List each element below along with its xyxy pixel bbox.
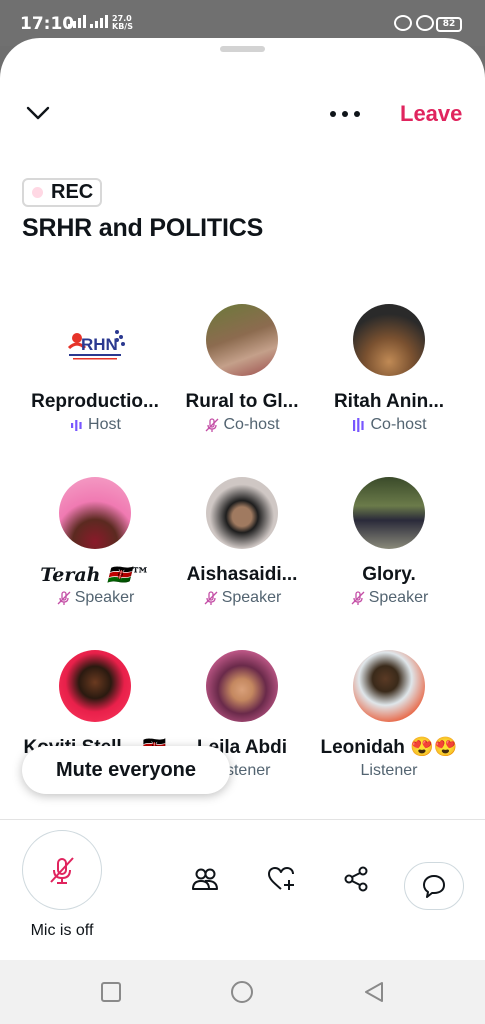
chevron-down-icon[interactable]	[24, 102, 52, 126]
avatar	[206, 650, 278, 722]
participant-name: Reproductio...	[31, 391, 159, 412]
participant-name: Aishasaidi...	[186, 564, 298, 585]
people-icon[interactable]	[190, 864, 220, 894]
leave-button[interactable]: Leave	[400, 101, 462, 127]
mic-off-icon	[204, 591, 218, 605]
avatar	[353, 304, 425, 376]
participant-role: Co-host	[167, 415, 317, 435]
status-time: 17:10	[20, 14, 75, 34]
signal-icon	[68, 15, 86, 28]
more-icon[interactable]	[328, 108, 362, 120]
avatar	[353, 477, 425, 549]
home-icon[interactable]	[230, 980, 254, 1004]
lock-icon	[416, 15, 434, 31]
rec-badge: REC	[22, 178, 102, 207]
participant-tile[interactable]: Leonidah 😍😍 Listener	[314, 650, 464, 781]
rhn-logo-icon: RHN	[67, 330, 125, 360]
mic-off-icon	[206, 418, 219, 432]
participant-tile[interactable]: Koviti Stell... 🇰🇪	[20, 650, 170, 760]
comment-icon	[423, 875, 445, 898]
participant-name: Terah 🇰🇪™	[40, 564, 150, 586]
participant-name: Ritah Anin...	[333, 391, 445, 412]
network-speed-unit: KB/S	[112, 22, 133, 31]
space-sheet: Leave REC SRHR and POLITICS RHN Reproduc…	[0, 38, 485, 960]
participant-role-label: Speaker	[368, 589, 429, 606]
participant-role-label: Host	[88, 416, 121, 433]
participant-role: Speaker	[20, 588, 170, 608]
participant-tile[interactable]: Aishasaidi... Speaker	[167, 477, 317, 608]
participant-name: Rural to Gl...	[185, 391, 299, 412]
participant-tile[interactable]: Glory. Speaker	[314, 477, 464, 608]
divider	[0, 819, 485, 820]
share-icon[interactable]	[341, 864, 371, 894]
svg-text:RHN: RHN	[81, 335, 118, 354]
participant-role: Co-host	[314, 415, 464, 435]
participant-role-label: Speaker	[221, 589, 282, 606]
avatar	[59, 650, 131, 722]
system-nav-bar	[0, 960, 485, 1024]
participant-name: Leonidah 😍😍	[320, 737, 458, 758]
mic-toggle-button[interactable]	[22, 830, 102, 910]
avatar	[59, 477, 131, 549]
participant-role-label: Co-host	[223, 416, 280, 433]
battery-icon: 82	[436, 17, 462, 32]
speaking-icon	[353, 418, 365, 432]
participant-role-label: Listener	[360, 762, 418, 779]
participant-tile[interactable]: Terah 🇰🇪™ Speaker	[20, 477, 170, 608]
rec-label: REC	[51, 181, 94, 203]
avatar	[206, 304, 278, 376]
rec-dot-icon	[32, 187, 43, 198]
speaking-icon	[71, 420, 82, 431]
avatar: RHN	[59, 304, 131, 376]
mute-everyone-button[interactable]: Mute everyone	[22, 746, 230, 794]
vibrate-icon	[394, 15, 412, 31]
participant-role: Speaker	[314, 588, 464, 608]
avatar	[353, 650, 425, 722]
mic-status-label: Mic is off	[30, 922, 94, 939]
comment-button[interactable]	[404, 862, 464, 910]
participant-tile[interactable]: RHN Reproductio... Host	[20, 304, 170, 435]
participant-name: Glory.	[362, 564, 416, 585]
network-speed: 27.0 KB/S	[112, 15, 133, 31]
participant-role: Listener	[314, 761, 464, 781]
participant-role-label: Co-host	[370, 416, 427, 433]
recents-icon[interactable]	[99, 980, 123, 1004]
mic-off-icon	[57, 591, 71, 605]
space-title: SRHR and POLITICS	[22, 214, 264, 242]
participant-role-label: Speaker	[74, 589, 135, 606]
avatar	[206, 477, 278, 549]
participant-role: Host	[20, 415, 170, 435]
mic-off-icon	[351, 591, 365, 605]
participant-tile[interactable]: Rural to Gl... Co-host	[167, 304, 317, 435]
mic-off-icon	[50, 857, 74, 884]
signal-icon	[90, 15, 108, 28]
participant-role: Speaker	[167, 588, 317, 608]
back-icon[interactable]	[362, 980, 386, 1004]
participant-tile[interactable]: Ritah Anin... Co-host	[314, 304, 464, 435]
heart-add-icon[interactable]	[266, 864, 296, 894]
drag-handle[interactable]	[220, 46, 265, 52]
